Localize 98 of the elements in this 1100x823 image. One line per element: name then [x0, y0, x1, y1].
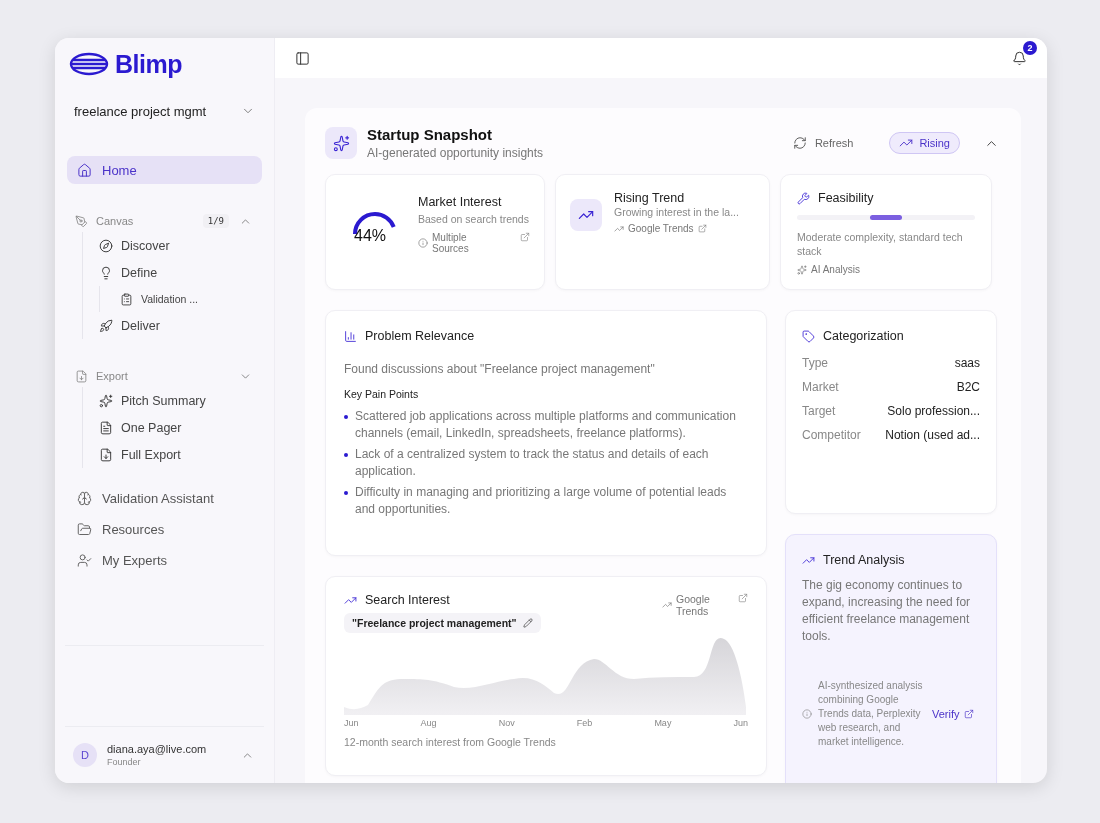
pencil-icon	[522, 618, 533, 628]
field-value: Solo profession...	[887, 404, 980, 418]
card-title: Problem Relevance	[344, 329, 748, 343]
field-label: Target	[802, 404, 836, 418]
file-download-icon	[99, 447, 113, 462]
trending-up-icon	[614, 223, 624, 234]
axis-label: May	[654, 718, 672, 728]
external-link-icon	[697, 224, 707, 233]
bullet-icon	[344, 453, 348, 457]
external-link-icon	[963, 709, 974, 719]
tree-item[interactable]: Pitch Summary	[95, 387, 210, 414]
notification-count: 2	[1023, 40, 1037, 55]
refresh-icon	[792, 136, 807, 150]
panel-title: Startup Snapshot	[367, 126, 493, 143]
field-value: saas	[954, 356, 980, 370]
tree-item[interactable]: Define	[95, 259, 162, 286]
axis-label: Jun	[344, 718, 359, 728]
axis-label: Jun	[733, 718, 748, 728]
tree-item[interactable]: One Pager	[95, 414, 186, 441]
folder-icon	[77, 521, 92, 537]
axis-label: Feb	[576, 718, 593, 728]
document-icon	[99, 420, 113, 435]
pain-point: Difficulty in managing and prioritizing a large volume of potential leads and opportunities.	[355, 484, 728, 518]
card-description: Moderate complexity, standard tech stack	[797, 230, 964, 258]
section-label: Export	[96, 370, 129, 382]
analysis-note: AI-synthesized analysis combining Google Trends data, Perplexity web research, and market intelligence.	[818, 679, 924, 749]
nav-item[interactable]: My Experts	[67, 546, 262, 574]
field-label: Type	[802, 356, 828, 370]
bullet-icon	[344, 491, 348, 495]
file-download-icon	[75, 369, 88, 383]
nav-item[interactable]: Home	[67, 156, 262, 184]
info-icon	[418, 238, 428, 248]
axis-label: Nov	[498, 718, 515, 728]
bar-chart-icon	[344, 329, 357, 343]
user-email: diana.aya@live.com	[107, 743, 208, 755]
nav-item[interactable]: Validation Assistant	[67, 484, 262, 512]
panel-subtitle: AI-generated opportunity insights	[367, 146, 545, 160]
card-title: Categorization	[802, 329, 980, 343]
verify-link[interactable]: Verify	[932, 708, 974, 720]
card-title: Feasibility	[797, 191, 975, 205]
project-selector[interactable]: freelance project mgmt	[67, 100, 262, 122]
pen-tool-icon	[75, 214, 88, 228]
external-link-icon	[520, 232, 530, 242]
pain-point: Lack of a centralized system to track the status and details of each application.	[355, 446, 710, 480]
trending-up-icon	[570, 199, 602, 231]
nav-item[interactable]: Resources	[67, 515, 262, 543]
panel-left-icon	[295, 50, 310, 66]
field-label: Market	[802, 380, 839, 394]
tree-item[interactable]: Discover	[95, 232, 174, 259]
lightbulb-icon	[99, 265, 113, 280]
analysis-text: The gig economy continues to expand, increasing the need for efficient freelance management tools.	[802, 577, 972, 645]
external-link-icon	[738, 593, 748, 603]
source-link[interactable]: Google Trends	[614, 223, 739, 234]
bell-icon	[1012, 50, 1027, 66]
card-title: Trend Analysis	[802, 553, 980, 567]
progress-count: 1/9	[202, 214, 229, 228]
axis-label: Aug	[420, 718, 437, 728]
card-subtitle: Based on search trends	[418, 212, 530, 226]
source-label: AI Analysis	[797, 264, 975, 275]
brain-icon	[77, 490, 92, 506]
summary-text: Found discussions about "Freelance project management"	[344, 361, 656, 378]
blimp-logo-icon	[69, 52, 109, 76]
brand-name: Blimp	[115, 49, 182, 79]
bullet-icon	[344, 415, 348, 419]
field-value: B2C	[956, 380, 980, 394]
user-role: Founder	[107, 757, 142, 767]
source-link[interactable]: Google Trends	[662, 593, 720, 617]
tag-icon	[802, 329, 815, 343]
card-title: Market Interest	[418, 195, 503, 209]
field-value: Notion (used ad...	[885, 428, 980, 442]
tree-item[interactable]: Validation ...	[116, 286, 202, 312]
search-query: "Freelance project management"	[344, 613, 541, 633]
clipboard-icon	[120, 292, 133, 306]
section-label: Canvas	[96, 215, 135, 227]
sparkles-icon	[325, 127, 357, 159]
card-subtitle: Growing interest in the la...	[614, 205, 739, 219]
compass-icon	[99, 238, 113, 253]
sparkles-icon	[797, 264, 807, 275]
pain-point: Scattered job applications across multiple platforms and communication channels (email, LinkedIn, spreadsheets, freelance platforms).	[355, 408, 737, 442]
source-label: Multiple Sources	[418, 232, 492, 254]
refresh-button[interactable]: Refresh	[786, 135, 860, 151]
chart-caption: 12-month search interest from Google Trends	[344, 736, 557, 748]
field-label: Competitor	[802, 428, 861, 442]
wrench-icon	[797, 191, 810, 205]
trend-badge: Rising	[889, 132, 960, 154]
tree-item[interactable]: Deliver	[95, 312, 164, 339]
user-avatar: D	[73, 743, 97, 767]
tree-item[interactable]: Full Export	[95, 441, 185, 468]
card-title: Rising Trend	[614, 191, 686, 205]
rocket-icon	[99, 318, 113, 333]
card-title: Search Interest	[344, 593, 541, 607]
info-icon	[802, 709, 812, 719]
user-check-icon	[77, 552, 92, 568]
sparkles-icon	[99, 393, 113, 408]
section-heading: Key Pain Points	[344, 388, 420, 400]
home-icon	[77, 162, 92, 178]
gauge-value: 44%	[354, 227, 387, 245]
trending-up-icon	[662, 600, 672, 610]
